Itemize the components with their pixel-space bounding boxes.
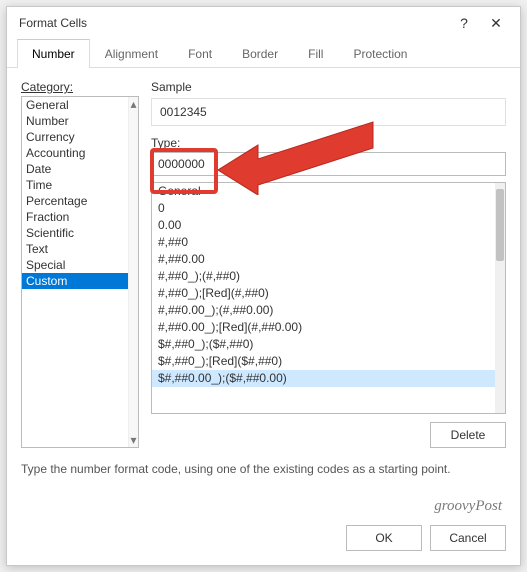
- type-input[interactable]: [151, 152, 506, 176]
- format-item[interactable]: #,##0.00: [152, 251, 495, 268]
- hint-text: Type the number format code, using one o…: [21, 462, 506, 476]
- format-item[interactable]: $#,##0_);($#,##0): [152, 336, 495, 353]
- category-item-date[interactable]: Date: [22, 161, 128, 177]
- format-code-listbox[interactable]: General 0 0.00 #,##0 #,##0.00 #,##0_);(#…: [151, 182, 506, 414]
- tab-alignment[interactable]: Alignment: [90, 39, 173, 68]
- category-item-scientific[interactable]: Scientific: [22, 225, 128, 241]
- scroll-up-icon[interactable]: ▴: [130, 97, 136, 111]
- category-item-text[interactable]: Text: [22, 241, 128, 257]
- category-item-time[interactable]: Time: [22, 177, 128, 193]
- category-item-percentage[interactable]: Percentage: [22, 193, 128, 209]
- category-item-number[interactable]: Number: [22, 113, 128, 129]
- category-label: Category:: [21, 80, 139, 94]
- titlebar: Format Cells ? ✕: [7, 7, 520, 39]
- format-cells-dialog: Format Cells ? ✕ Number Alignment Font B…: [6, 6, 521, 566]
- format-scrollbar[interactable]: [495, 183, 505, 413]
- close-button[interactable]: ✕: [480, 9, 512, 37]
- category-listbox[interactable]: General Number Currency Accounting Date …: [21, 96, 139, 448]
- dialog-title: Format Cells: [19, 16, 448, 30]
- category-item-currency[interactable]: Currency: [22, 129, 128, 145]
- category-scrollbar[interactable]: ▴ ▾: [128, 97, 138, 447]
- tab-protection[interactable]: Protection: [338, 39, 422, 68]
- tab-number[interactable]: Number: [17, 39, 90, 68]
- category-item-accounting[interactable]: Accounting: [22, 145, 128, 161]
- help-button[interactable]: ?: [448, 9, 480, 37]
- scroll-down-icon[interactable]: ▾: [130, 433, 136, 447]
- format-item[interactable]: $#,##0_);[Red]($#,##0): [152, 353, 495, 370]
- format-item[interactable]: 0.00: [152, 217, 495, 234]
- format-item[interactable]: #,##0_);(#,##0): [152, 268, 495, 285]
- category-item-fraction[interactable]: Fraction: [22, 209, 128, 225]
- tab-font[interactable]: Font: [173, 39, 227, 68]
- sample-value: 0012345: [151, 98, 506, 126]
- format-item[interactable]: #,##0: [152, 234, 495, 251]
- tab-panel-number: Category: General Number Currency Accoun…: [7, 68, 520, 488]
- category-item-general[interactable]: General: [22, 97, 128, 113]
- sample-label: Sample: [151, 80, 506, 94]
- delete-button[interactable]: Delete: [430, 422, 506, 448]
- tab-border[interactable]: Border: [227, 39, 293, 68]
- tab-strip: Number Alignment Font Border Fill Protec…: [7, 39, 520, 68]
- ok-button[interactable]: OK: [346, 525, 422, 551]
- format-item[interactable]: 0: [152, 200, 495, 217]
- format-item[interactable]: $#,##0.00_);($#,##0.00): [152, 370, 495, 387]
- category-item-special[interactable]: Special: [22, 257, 128, 273]
- cancel-button[interactable]: Cancel: [430, 525, 506, 551]
- tab-fill[interactable]: Fill: [293, 39, 338, 68]
- watermark: groovyPost: [21, 498, 506, 515]
- scrollbar-thumb[interactable]: [496, 189, 504, 261]
- type-label: Type:: [151, 136, 506, 150]
- format-item[interactable]: #,##0.00_);(#,##0.00): [152, 302, 495, 319]
- format-item[interactable]: General: [152, 183, 495, 200]
- format-item[interactable]: #,##0.00_);[Red](#,##0.00): [152, 319, 495, 336]
- format-item[interactable]: #,##0_);[Red](#,##0): [152, 285, 495, 302]
- category-item-custom[interactable]: Custom: [22, 273, 128, 289]
